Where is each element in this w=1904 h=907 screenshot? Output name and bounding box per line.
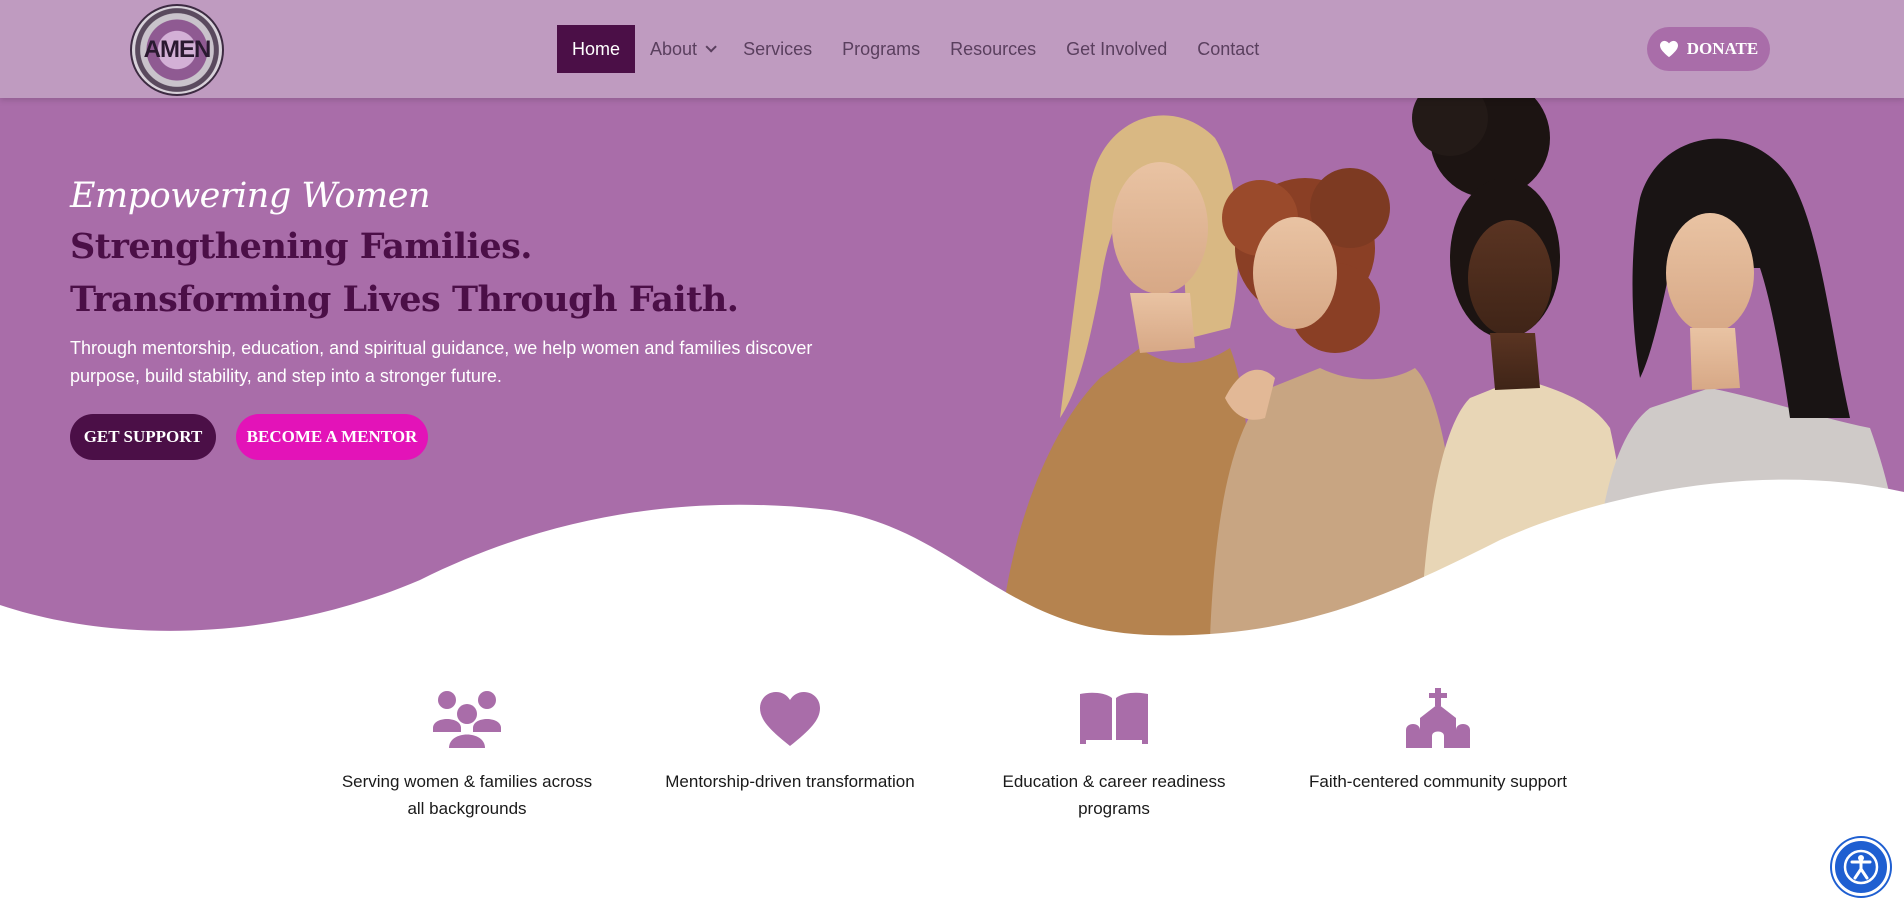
logo-text: AMEN <box>143 36 212 63</box>
heart-icon <box>760 692 820 746</box>
nav-label: Home <box>572 38 621 59</box>
feature-serving: Serving women & families across all back… <box>332 688 602 822</box>
feature-education: Education & career readiness programs <box>979 688 1249 822</box>
hero-heading-line-1: Strengthening Families. <box>70 226 533 267</box>
become-mentor-button[interactable]: BECOME A MENTOR <box>236 414 428 460</box>
nav-item-get-involved[interactable]: Get Involved <box>1051 25 1182 73</box>
nav-item-home[interactable]: Home <box>557 25 636 73</box>
nav-item-resources[interactable]: Resources <box>935 25 1051 73</box>
open-book-icon <box>1080 692 1148 744</box>
nav-item-about[interactable]: About <box>635 25 728 73</box>
people-group-icon <box>433 691 501 748</box>
nav-label: Resources <box>950 38 1037 59</box>
donate-button[interactable]: DONATE <box>1647 27 1770 71</box>
feature-text: Education & career readiness programs <box>1002 772 1226 818</box>
chevron-down-icon <box>705 41 717 53</box>
feature-text: Faith-centered community support <box>1309 772 1567 791</box>
hero-wave-divider <box>0 479 1904 640</box>
nav-item-contact[interactable]: Contact <box>1182 25 1274 73</box>
hero-text-block: Empowering Women Strengthening Families.… <box>70 176 830 390</box>
church-icon <box>1406 688 1470 748</box>
amen-logo[interactable]: AMEN <box>130 4 224 96</box>
hero-script-title: Empowering Women <box>70 176 431 216</box>
nav-item-services[interactable]: Services <box>728 25 827 73</box>
get-support-button[interactable]: GET SUPPORT <box>70 414 216 460</box>
feature-text: Mentorship-driven transformation <box>665 772 915 791</box>
nav-label: Programs <box>842 38 921 59</box>
accessibility-button[interactable] <box>1832 838 1890 896</box>
feature-mentorship: Mentorship-driven transformation <box>655 688 925 795</box>
feature-text: Serving women & families across all back… <box>341 772 593 818</box>
accessibility-icon <box>1843 849 1879 885</box>
nav-label: About <box>650 38 698 59</box>
nav-label: Get Involved <box>1066 38 1168 59</box>
hero-heading-line-2: Transforming Lives Through Faith. <box>70 279 739 320</box>
hero-lead-text: Through mentorship, education, and spiri… <box>70 338 813 386</box>
main-nav: Home About Services Programs Resources G… <box>557 25 1274 73</box>
page: AMEN Home About Services Programs Resour… <box>0 0 1904 907</box>
donate-label: DONATE <box>1686 39 1759 58</box>
heart-icon <box>1659 40 1678 58</box>
nav-item-programs[interactable]: Programs <box>827 25 935 73</box>
feature-faith: Faith-centered community support <box>1303 688 1573 795</box>
site-header: AMEN Home About Services Programs Resour… <box>0 0 1904 98</box>
nav-label: Services <box>743 38 813 59</box>
nav-label: Contact <box>1197 38 1260 59</box>
